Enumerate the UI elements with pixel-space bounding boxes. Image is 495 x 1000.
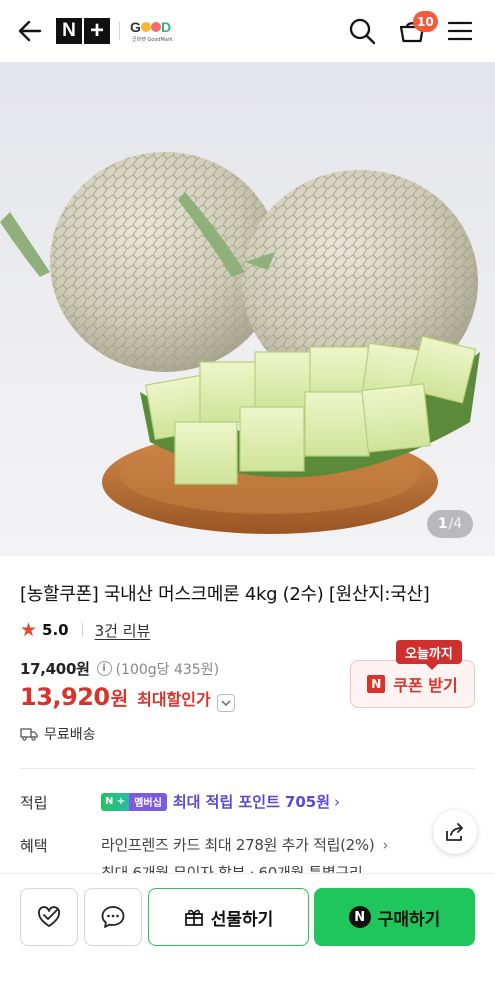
- logo-n: N: [56, 18, 82, 44]
- cart-count-badge: 10: [413, 11, 438, 32]
- sale-price-currency: 원: [110, 688, 129, 710]
- benefit-row-label: 혜택: [20, 837, 48, 855]
- rating-divider: [81, 623, 83, 637]
- buy-now-button[interactable]: N 구매하기: [314, 888, 475, 946]
- points-row-label: 적립: [20, 794, 48, 812]
- card-benefit-text: 라인프렌즈 카드 최대 278원 추가 적립(2%): [101, 836, 375, 854]
- top-app-bar: N + G D 굿마켓 GoodMarket 10: [0, 0, 495, 62]
- sale-price: 13,920: [20, 683, 110, 711]
- max-points-value: 705원: [284, 793, 331, 811]
- star-icon: ★: [20, 619, 38, 641]
- svg-text:G: G: [130, 19, 141, 35]
- svg-text:D: D: [161, 19, 171, 35]
- card-benefit-link[interactable]: 라인프렌즈 카드 최대 278원 추가 적립(2%) ›: [101, 834, 388, 855]
- review-count-link[interactable]: 3건 리뷰: [95, 620, 151, 641]
- chevron-right-icon: ›: [334, 792, 341, 811]
- product-title: [농할쿠폰] 국내산 머스크메론 4kg (2수) [원산지:국산]: [20, 584, 430, 605]
- chevron-down-icon[interactable]: [216, 694, 235, 712]
- search-icon[interactable]: [347, 16, 377, 46]
- original-price: 17,400원: [20, 660, 90, 678]
- naver-pay-n-icon: N: [348, 906, 371, 928]
- naver-plus-store-logo[interactable]: N +: [56, 17, 110, 44]
- talktalk-chat-button[interactable]: [84, 888, 142, 946]
- chevron-right-icon: ›: [382, 835, 389, 854]
- good-market-logo-mark: G D 굿마켓 GoodMarket: [130, 19, 178, 43]
- wishlist-button[interactable]: [20, 888, 78, 946]
- max-points-label: 최대 적립 포인트: [172, 793, 280, 811]
- rating-score: 5.0: [42, 621, 69, 639]
- current-image-index: 1: [437, 516, 448, 532]
- naver-plus-membership-badge: N + 멤버십: [101, 792, 167, 811]
- info-icon[interactable]: i: [96, 661, 112, 676]
- good-market-logo[interactable]: G D 굿마켓 GoodMarket: [129, 18, 178, 44]
- buy-button-label: 구매하기: [377, 909, 441, 930]
- shipping-info: 무료배송: [20, 724, 96, 744]
- gift-icon: [184, 909, 203, 926]
- menu-icon[interactable]: [446, 17, 474, 45]
- badge-n-plus: N +: [101, 792, 130, 811]
- badge-membership: 멤버십: [129, 792, 167, 811]
- free-shipping-label: 무료배송: [44, 727, 96, 743]
- get-coupon-label: 쿠폰 받기: [393, 676, 458, 695]
- image-page-indicator: 1/4: [427, 510, 473, 538]
- logo-plus: +: [84, 17, 110, 44]
- original-price-row: 17,400원 i (100g당 435원): [20, 658, 219, 679]
- total-image-count: /4: [448, 516, 463, 532]
- svg-text:굿마켓 GoodMarket: 굿마켓 GoodMarket: [132, 36, 173, 43]
- rating-row: ★ 5.0 3건 리뷰: [20, 619, 150, 641]
- sale-price-row: 13,920 원 최대할인가: [20, 683, 235, 712]
- unit-price: (100g당 435원): [115, 661, 220, 678]
- section-divider: [20, 768, 475, 769]
- share-button[interactable]: [433, 810, 477, 854]
- share-icon: [446, 823, 463, 841]
- product-image-gallery[interactable]: 1/4: [0, 62, 495, 556]
- bottom-action-bar: 선물하기 N 구매하기: [0, 873, 495, 1000]
- chat-bubble-icon: [101, 906, 125, 928]
- today-only-tag: 오늘까지: [396, 640, 462, 670]
- naver-n-icon: N: [367, 675, 386, 693]
- max-discount-label: 최대할인가: [137, 690, 211, 709]
- header-divider: [119, 22, 120, 40]
- gift-button-label: 선물하기: [210, 909, 274, 930]
- get-coupon-button[interactable]: N 쿠폰 받기: [350, 660, 475, 708]
- back-arrow-icon[interactable]: [16, 17, 44, 45]
- melon-product-photo: [0, 152, 480, 534]
- gift-button[interactable]: 선물하기: [148, 888, 309, 946]
- delivery-truck-icon: [20, 728, 38, 741]
- membership-points-link[interactable]: N + 멤버십 최대 적립 포인트 705원 ›: [101, 791, 340, 812]
- heart-check-icon: [37, 906, 61, 927]
